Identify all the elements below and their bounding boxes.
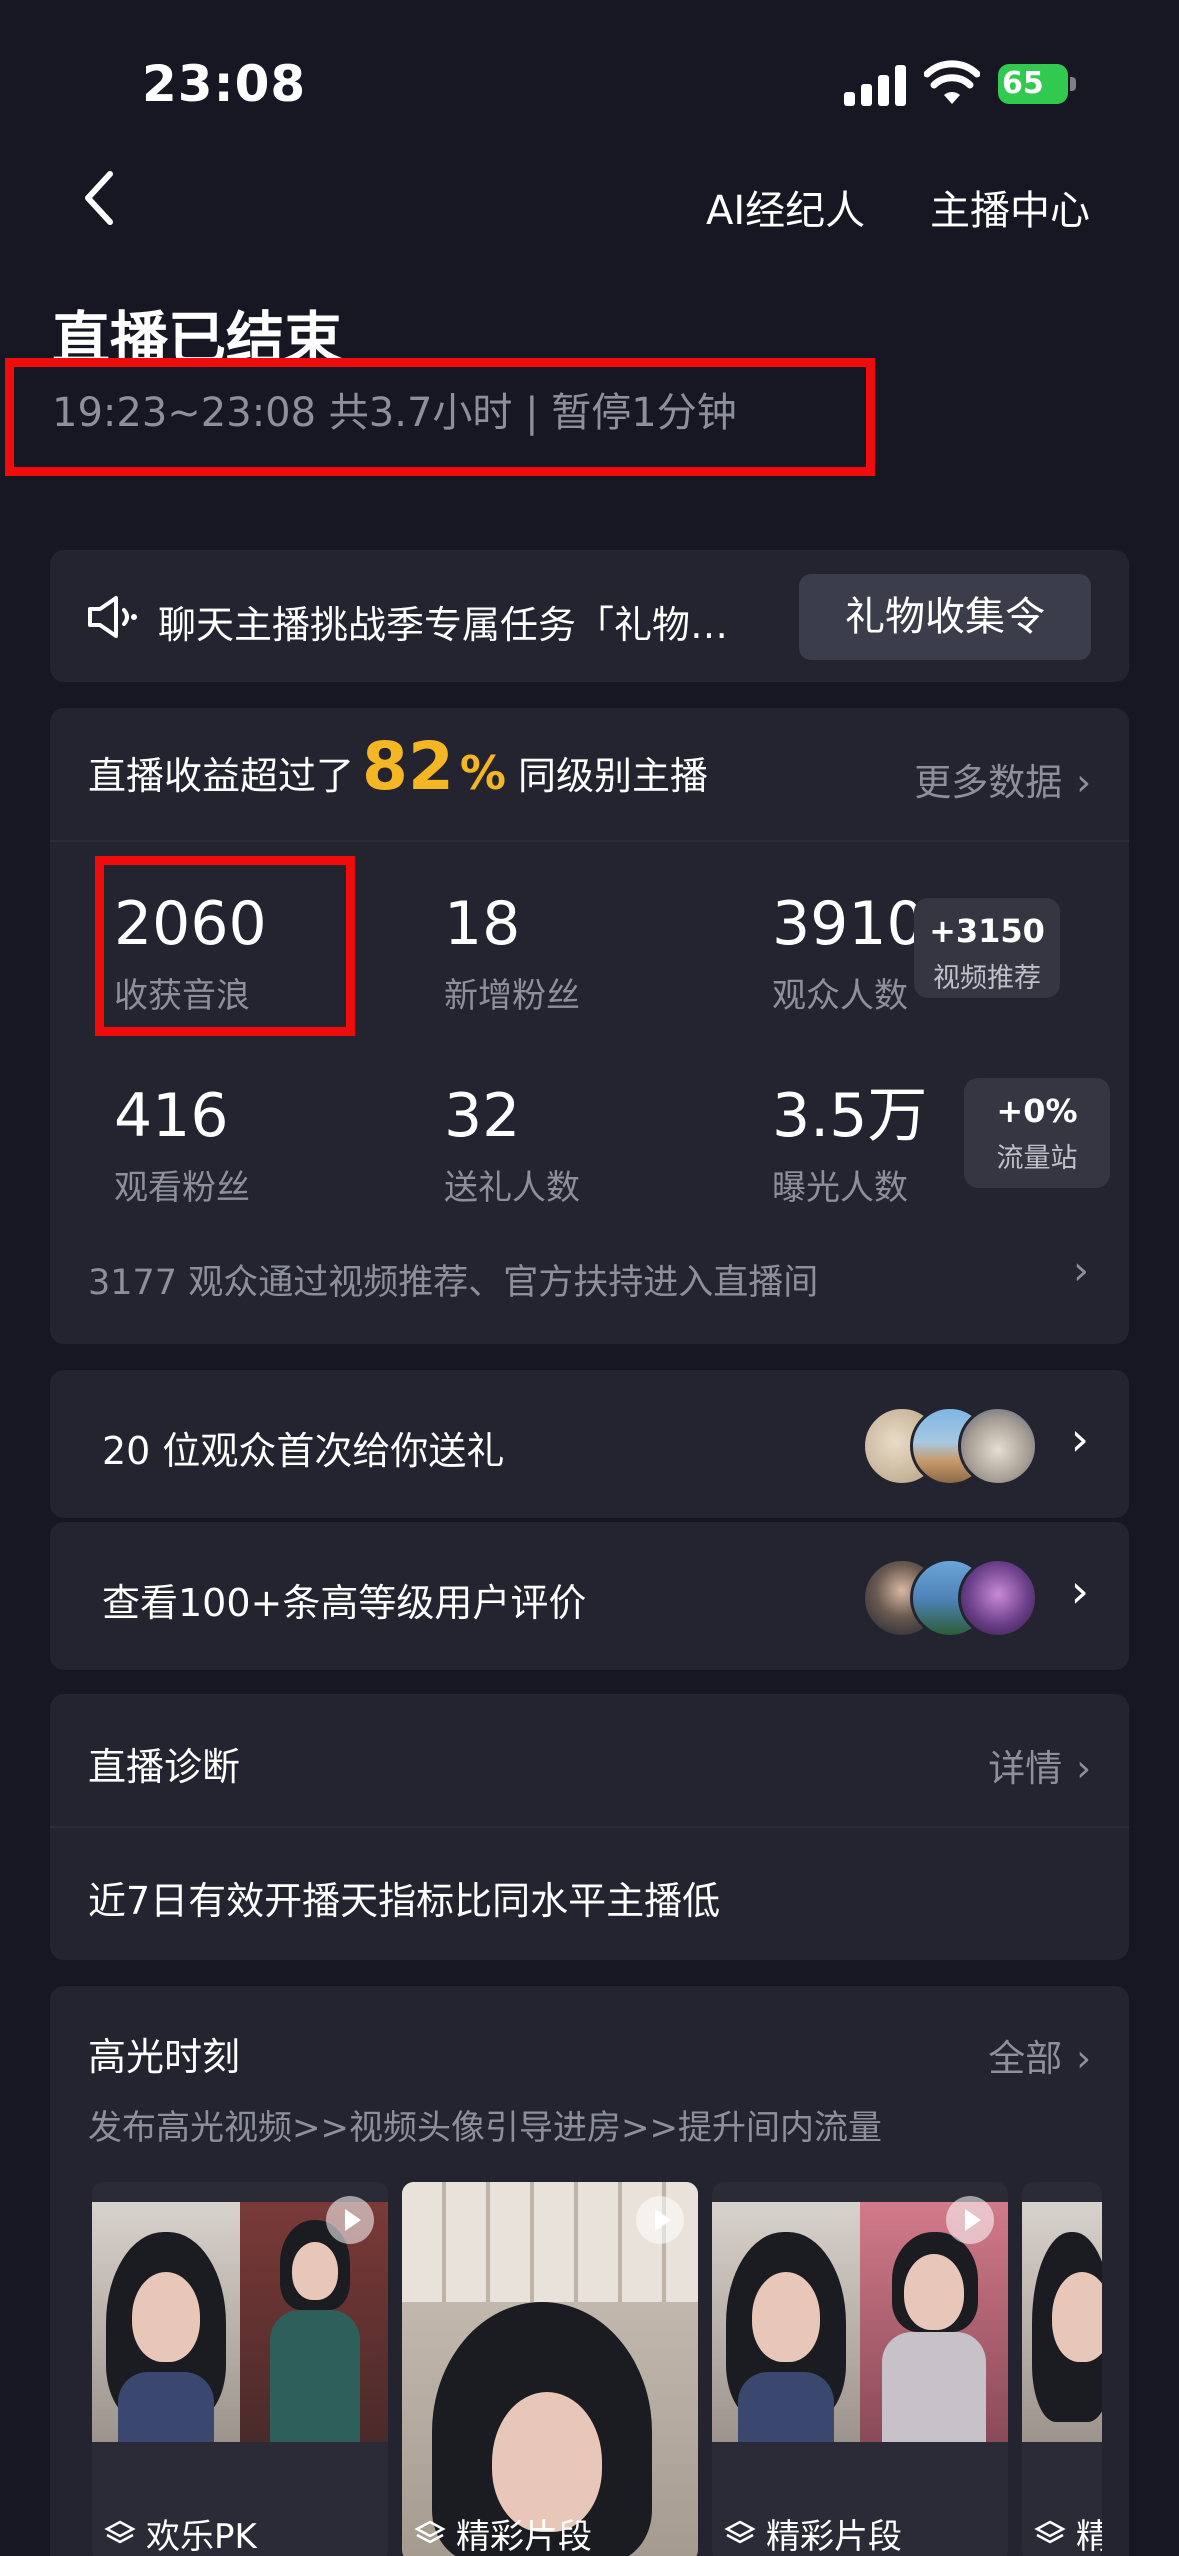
- first-gift-text: 20 位观众首次给你送礼: [102, 1429, 505, 1473]
- metric-value: 416: [114, 1081, 229, 1151]
- highlights-title: 高光时刻: [88, 2035, 241, 2079]
- battery-icon: 65: [998, 64, 1076, 104]
- metric-label: 送礼人数: [444, 1168, 580, 1208]
- stats-header-suffix: 同级别主播: [517, 754, 708, 798]
- stats-header: 直播收益超过了 82 % 同级别主播: [88, 728, 708, 828]
- highlight-thumbnail[interactable]: 精: [1022, 2182, 1102, 2556]
- layers-icon: [724, 2520, 756, 2543]
- highlights-all-link[interactable]: 全部 ›: [988, 2028, 1091, 2082]
- high-level-reviews-row[interactable]: 查看100+条高等级用户评价 ›: [50, 1522, 1129, 1670]
- highlights-all-label: 全部: [988, 2037, 1063, 2080]
- more-data-label: 更多数据: [914, 761, 1063, 804]
- metric-label: 观众人数: [772, 976, 908, 1016]
- chevron-right-icon: ›: [1076, 1747, 1091, 1790]
- highlight-label: 欢乐PK: [146, 2517, 257, 2556]
- highlight-box-income: [95, 856, 355, 1036]
- first-gift-row[interactable]: 20 位观众首次给你送礼 ›: [50, 1370, 1129, 1518]
- layers-icon: [104, 2520, 136, 2543]
- metric-label: 观看粉丝: [114, 1168, 250, 1208]
- layers-icon: [414, 2520, 446, 2543]
- highlight-box-duration: [5, 358, 875, 476]
- avatar-stack: [862, 1558, 1042, 1638]
- avatar: [958, 1406, 1038, 1486]
- play-icon: [636, 2196, 684, 2244]
- metric-gifters[interactable]: 32 送礼人数: [444, 1086, 580, 1209]
- highlight-label: 精: [1076, 2517, 1102, 2556]
- status-time: 23:08: [142, 55, 307, 113]
- anchor-center-link[interactable]: 主播中心: [930, 178, 1090, 236]
- metric-value: 18: [444, 889, 521, 959]
- chevron-right-icon: ›: [1076, 761, 1091, 804]
- stats-percent-unit: %: [459, 746, 506, 800]
- metric-value: 32: [444, 1081, 521, 1151]
- video-frame: [92, 2202, 240, 2442]
- avatar-stack: [862, 1406, 1042, 1486]
- highlight-label: 精彩片段: [456, 2517, 592, 2556]
- video-recommend-tag: +3150 视频推荐: [914, 898, 1060, 998]
- wifi-icon: [924, 60, 980, 104]
- tag-value: +3150: [929, 912, 1045, 950]
- layers-icon: [1034, 2520, 1066, 2543]
- signal-icon: [844, 62, 906, 106]
- diagnosis-card[interactable]: 直播诊断 详情 › 近7日有效开播天指标比同水平主播低: [50, 1694, 1129, 1960]
- highlights-card: 高光时刻 全部 › 发布高光视频>>视频头像引导进房>>提升间内流量 欢乐PK 精…: [50, 1986, 1129, 2556]
- metric-new-fans[interactable]: 18 新增粉丝: [444, 894, 580, 1017]
- chevron-right-icon: ›: [1070, 1564, 1089, 1618]
- stats-header-prefix: 直播收益超过了: [88, 754, 355, 798]
- divider: [50, 840, 1129, 842]
- diagnosis-title: 直播诊断: [88, 1745, 241, 1789]
- video-frame: [1022, 2202, 1102, 2442]
- highlight-label: 精彩片段: [766, 2517, 902, 2556]
- divider: [50, 1826, 1129, 1828]
- diagnosis-detail-label: 详情: [988, 1747, 1063, 1790]
- highlight-thumbnail[interactable]: 精彩片段: [402, 2182, 698, 2556]
- avatar: [958, 1558, 1038, 1638]
- metric-value: 3.5万: [772, 1081, 928, 1151]
- chevron-right-icon: ›: [1076, 2037, 1091, 2080]
- play-icon: [946, 2196, 994, 2244]
- metric-label: 新增粉丝: [444, 976, 580, 1016]
- highlight-thumbnail[interactable]: 精彩片段: [712, 2182, 1008, 2556]
- traffic-source-text[interactable]: 3177 观众通过视频推荐、官方扶持进入直播间: [88, 1254, 818, 1305]
- more-data-link[interactable]: 更多数据 ›: [914, 752, 1091, 806]
- back-icon[interactable]: [80, 168, 120, 228]
- tag-label: 视频推荐: [933, 963, 1041, 994]
- metric-label: 曝光人数: [772, 1168, 908, 1208]
- notice-text: 聊天主播挑战季专属任务「礼物…: [158, 603, 729, 647]
- gift-collect-button[interactable]: 礼物收集令: [799, 574, 1091, 660]
- diagnosis-body: 近7日有效开播天指标比同水平主播低: [88, 1879, 721, 1923]
- ai-agent-link[interactable]: AI经纪人: [706, 178, 865, 236]
- reviews-text: 查看100+条高等级用户评价: [102, 1581, 587, 1625]
- play-icon: [326, 2196, 374, 2244]
- highlight-caption: 精彩片段: [414, 2509, 592, 2556]
- tag-label: 流量站: [996, 1143, 1078, 1174]
- highlight-thumbnail[interactable]: 欢乐PK: [92, 2182, 388, 2556]
- highlights-subtitle: 发布高光视频>>视频头像引导进房>>提升间内流量: [88, 2108, 882, 2148]
- highlight-caption: 欢乐PK: [104, 2509, 257, 2556]
- chevron-right-icon[interactable]: ›: [1073, 1248, 1089, 1294]
- metric-viewers[interactable]: 3910 观众人数: [772, 894, 925, 1017]
- metric-watching-fans[interactable]: 416 观看粉丝: [114, 1086, 250, 1209]
- tag-value: +0%: [996, 1092, 1078, 1130]
- metric-value: 3910: [772, 889, 925, 959]
- speaker-icon: [88, 596, 137, 638]
- traffic-station-tag: +0% 流量站: [964, 1078, 1110, 1188]
- status-bar: 23:08 65: [0, 0, 1179, 170]
- video-frame: [712, 2202, 860, 2442]
- highlight-caption: 精彩片段: [724, 2509, 902, 2556]
- page: { "status_bar": { "time": "23:08", "batt…: [0, 0, 1179, 2556]
- stats-percent-value: 82: [362, 728, 454, 805]
- highlight-caption: 精: [1034, 2509, 1102, 2556]
- metric-exposure[interactable]: 3.5万 曝光人数: [772, 1086, 927, 1209]
- diagnosis-detail-link[interactable]: 详情 ›: [988, 1738, 1091, 1792]
- notice-card[interactable]: 聊天主播挑战季专属任务「礼物… 礼物收集令: [50, 550, 1129, 682]
- chevron-right-icon: ›: [1070, 1412, 1089, 1466]
- battery-level: 65: [1002, 66, 1044, 101]
